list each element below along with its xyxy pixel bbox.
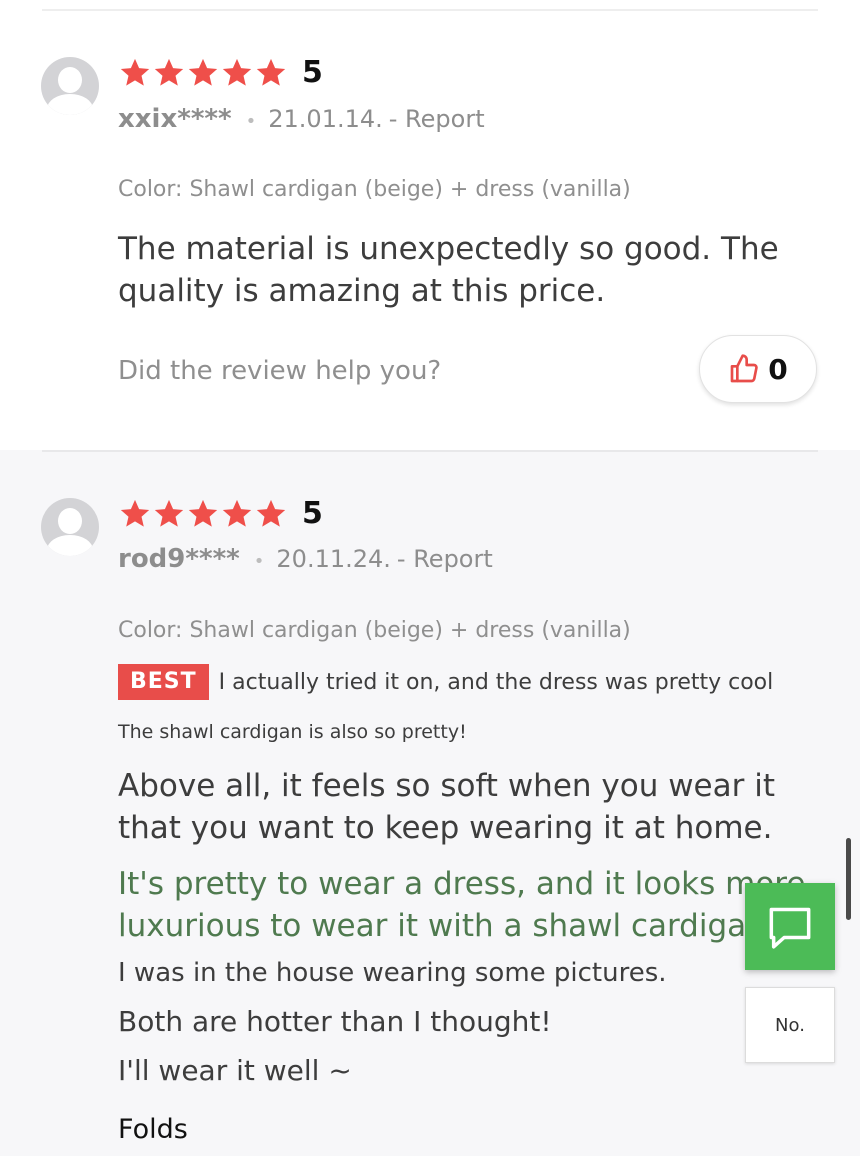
best-review-row: BEST I actually tried it on, and the dre…	[118, 664, 773, 700]
divider	[42, 450, 818, 452]
star-icon	[188, 499, 218, 527]
reviewer-name: xxix****	[118, 104, 232, 134]
report-link[interactable]: - Report	[389, 105, 485, 133]
star-icon	[154, 58, 184, 86]
star-icon	[222, 58, 252, 86]
review-card: 5 xxix**** • 21.01.14. - Report Color: S…	[0, 0, 860, 450]
separator-dot: •	[253, 551, 265, 572]
highlighted-text: It's pretty to wear a dress, and it look…	[118, 866, 806, 944]
divider	[42, 9, 818, 11]
review-meta: xxix**** • 21.01.14. - Report	[118, 104, 485, 134]
best-badge: BEST	[118, 664, 209, 700]
review-line: Both are hotter than I thought!	[118, 1005, 552, 1038]
folds-toggle[interactable]: Folds	[118, 1114, 188, 1145]
review-meta: rod9**** • 20.11.24. - Report	[118, 544, 493, 574]
avatar	[41, 498, 99, 556]
separator-dot: •	[245, 111, 257, 132]
avatar	[41, 57, 99, 115]
review-line: I'll wear it well ~	[118, 1054, 352, 1087]
help-question: Did the review help you?	[118, 356, 442, 386]
star-icon	[256, 499, 286, 527]
thumbs-up-icon	[730, 354, 759, 383]
review-date: 21.01.14.	[268, 105, 383, 133]
star-icon	[154, 499, 184, 527]
translate-label: No.	[775, 1014, 805, 1036]
report-link[interactable]: - Report	[397, 545, 493, 573]
star-icon	[222, 499, 252, 527]
star-icon	[256, 58, 286, 86]
star-rating	[118, 55, 288, 91]
review-line: I was in the house wearing some pictures…	[118, 958, 667, 988]
helpful-button[interactable]: 0	[699, 335, 817, 403]
chat-button[interactable]	[745, 883, 835, 970]
review-card: 5 rod9**** • 20.11.24. - Report Color: S…	[0, 450, 860, 1156]
star-icon	[120, 58, 150, 86]
color-option: Color: Shawl cardigan (beige) + dress (v…	[118, 618, 631, 643]
rating-value: 5	[302, 496, 323, 531]
review-body: Above all, it feels so soft when you wea…	[118, 768, 775, 846]
color-option: Color: Shawl cardigan (beige) + dress (v…	[118, 177, 631, 202]
scrollbar[interactable]	[846, 838, 851, 920]
star-icon	[120, 499, 150, 527]
reviewer-name: rod9****	[118, 544, 240, 574]
rating-value: 5	[302, 55, 323, 90]
review-subtitle: The shawl cardigan is also so pretty!	[118, 721, 467, 743]
best-review-title: I actually tried it on, and the dress wa…	[218, 669, 774, 695]
star-rating	[118, 496, 288, 532]
review-body: The material is unexpectedly so good. Th…	[118, 231, 779, 309]
chat-bubble-icon	[769, 907, 811, 949]
like-count: 0	[768, 352, 788, 386]
star-icon	[188, 58, 218, 86]
translate-button[interactable]: No.	[745, 987, 835, 1063]
review-date: 20.11.24.	[276, 545, 391, 573]
